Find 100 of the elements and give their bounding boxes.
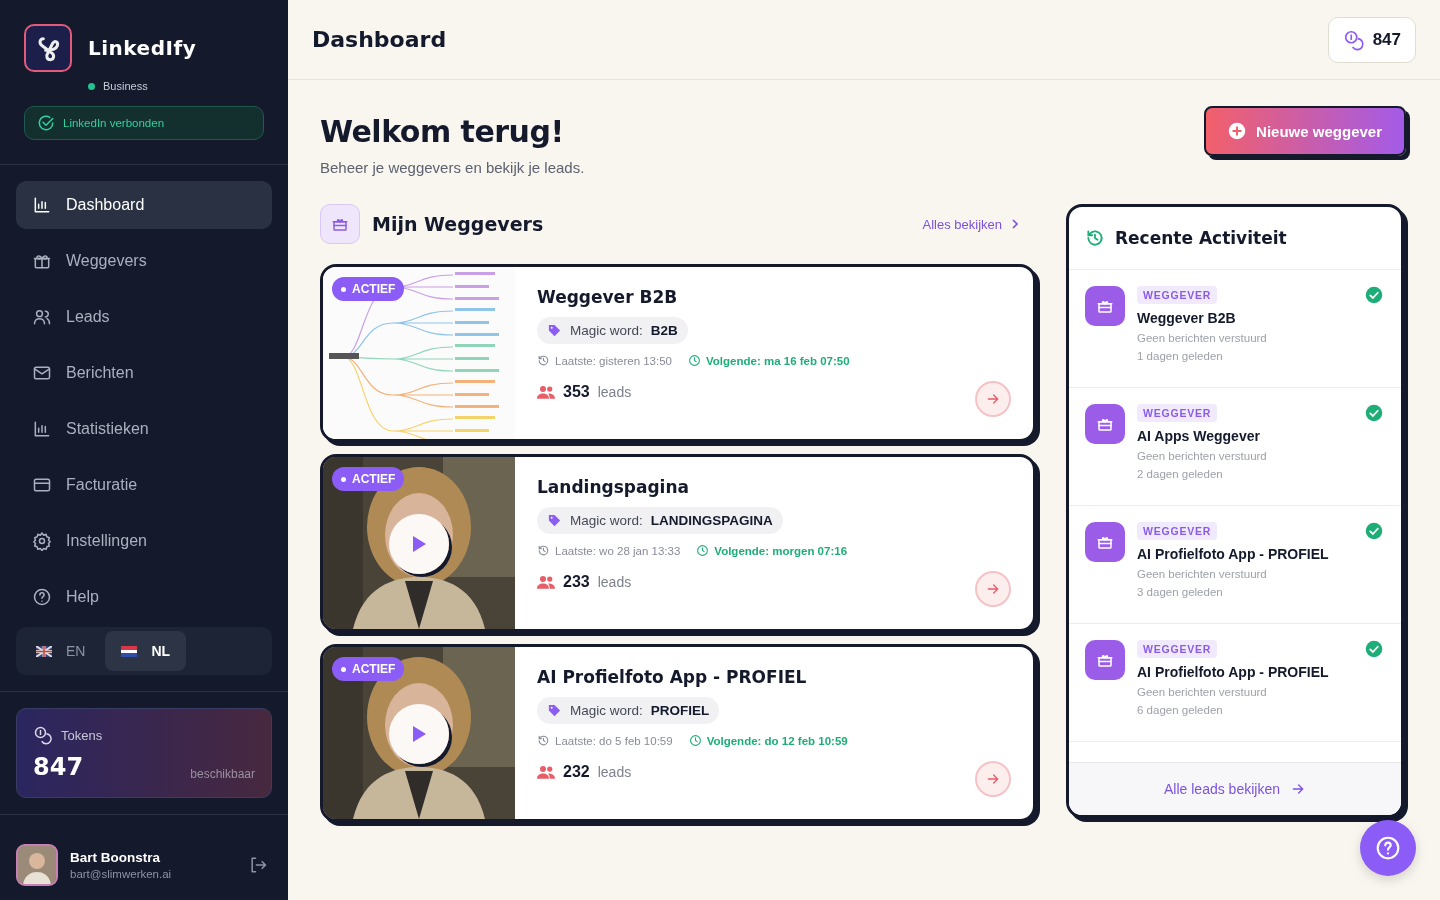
magic-word-chip: Magic word: LANDINGSPAGINA: [537, 507, 783, 534]
nav-item[interactable]: Weggevers: [16, 237, 272, 285]
section-title: Mijn Weggevers: [372, 213, 544, 235]
type-tag: WEGGEVER: [1137, 404, 1218, 422]
leads-count: 353: [563, 383, 590, 401]
mail-icon: [32, 363, 52, 383]
chevron-right-icon: [1010, 219, 1020, 229]
nav-item[interactable]: Statistieken: [16, 405, 272, 453]
language-option[interactable]: NL: [105, 631, 187, 671]
activity-title: Weggever B2B: [1137, 310, 1236, 326]
history-icon: [537, 734, 550, 747]
tokens-label: Tokens: [61, 727, 103, 743]
type-tag: WEGGEVER: [1137, 640, 1218, 658]
arrow-right-icon: [985, 581, 1001, 597]
all-leads-link[interactable]: Alle leads bekijken: [1158, 780, 1312, 798]
users-icon: [32, 307, 52, 327]
activity-detail: Geen berichten verstuurd: [1137, 568, 1267, 580]
welcome-title: Welkom terug!: [320, 114, 565, 149]
next-send: Volgende: morgen 07:16: [714, 544, 848, 557]
activity-detail: Geen berichten verstuurd: [1137, 450, 1267, 462]
history-icon: [1085, 228, 1105, 248]
arrow-right-icon: [1290, 781, 1306, 797]
last-sent: Laatste: wo 28 jan 13:33: [555, 544, 681, 557]
clock-icon: [688, 354, 701, 367]
leads-label: leads: [597, 764, 632, 780]
status-badge: ACTIEF: [332, 277, 405, 301]
connection-label: LinkedIn verbonden: [63, 117, 165, 129]
activity-title: AI Profielfoto App - PROFIEL: [1137, 546, 1329, 562]
users-icon: [537, 765, 555, 779]
open-button[interactable]: [975, 571, 1011, 607]
activity-detail: Geen berichten verstuurd: [1137, 332, 1267, 344]
coins-icon: [33, 725, 53, 745]
tag-icon: [547, 703, 562, 718]
coins-icon: [1342, 28, 1365, 51]
view-all-link[interactable]: Alles bekijken: [916, 215, 1026, 233]
giveaway-title: Landingspagina: [537, 477, 690, 497]
uk-flag-icon: [36, 645, 52, 657]
tag-icon: [547, 513, 562, 528]
nav-item[interactable]: Berichten: [16, 349, 272, 397]
bar-chart-icon: [32, 419, 52, 439]
brand-name: LinkedIfy: [88, 36, 197, 60]
last-sent: Laatste: do 5 feb 10:59: [555, 734, 673, 747]
activity-time: 3 dagen geleden: [1137, 586, 1223, 598]
nav-item[interactable]: Facturatie: [16, 461, 272, 509]
play-icon: [411, 535, 427, 553]
welcome-subtitle: Beheer je weggevers en bekijk je leads.: [320, 159, 585, 176]
next-send: Volgende: ma 16 feb 07:50: [706, 354, 850, 367]
activity-title: AI Profielfoto App - PROFIEL: [1137, 664, 1329, 680]
page-title: Dashboard: [312, 27, 447, 52]
language-option[interactable]: EN: [20, 631, 102, 671]
help-icon: [32, 587, 52, 607]
tokens-button[interactable]: 847: [1327, 16, 1416, 63]
plan-label: Business: [103, 80, 148, 92]
activity-time: 2 dagen geleden: [1137, 468, 1223, 480]
dutch-flag-icon: [121, 645, 138, 657]
tokens-note: beschikbaar: [190, 767, 255, 781]
activity-title: AI Apps Weggever: [1137, 428, 1260, 444]
check-circle-icon: [37, 114, 55, 132]
play-icon: [411, 725, 427, 743]
bar-chart-icon: [32, 195, 52, 215]
open-button[interactable]: [975, 381, 1011, 417]
activity-time: 1 dagen geleden: [1137, 350, 1223, 362]
users-icon: [537, 385, 555, 399]
credit-card-icon: [32, 475, 52, 495]
leads-count: 232: [563, 763, 590, 781]
logout-icon: [248, 855, 268, 875]
user-name: Bart Boonstra: [70, 850, 161, 865]
panel-title: Recente Activiteit: [1115, 228, 1287, 248]
history-icon: [537, 354, 550, 367]
status-badge: ACTIEF: [332, 657, 405, 681]
activity-time: 6 dagen geleden: [1137, 704, 1223, 716]
nav-item[interactable]: Leads: [16, 293, 272, 341]
nav-item[interactable]: Dashboard: [16, 181, 272, 229]
clock-icon: [696, 544, 710, 557]
magic-word-chip: Magic word: B2B: [537, 317, 688, 344]
history-icon: [537, 544, 550, 557]
type-tag: WEGGEVER: [1137, 522, 1218, 540]
avatar: [16, 844, 58, 886]
leads-count: 233: [563, 573, 590, 591]
next-send: Volgende: do 12 feb 10:59: [706, 734, 848, 747]
leads-label: leads: [597, 574, 632, 590]
users-icon: [537, 575, 555, 589]
last-sent: Laatste: gisteren 13:50: [555, 354, 672, 367]
arrow-right-icon: [985, 771, 1001, 787]
user-email: bart@slimwerken.ai: [70, 868, 173, 880]
activity-detail: Geen berichten verstuurd: [1137, 686, 1267, 698]
giveaway-title: AI Profielfoto App - PROFIEL: [537, 667, 808, 687]
status-badge: ACTIEF: [332, 467, 405, 491]
open-button[interactable]: [975, 761, 1011, 797]
help-icon: [1375, 835, 1401, 861]
help-button[interactable]: [1360, 820, 1416, 876]
magic-word-chip: Magic word: PROFIEL: [537, 697, 720, 724]
nav-item[interactable]: Help: [16, 573, 272, 621]
plus-circle-icon: [1228, 122, 1247, 140]
nav-item[interactable]: Instellingen: [16, 517, 272, 565]
logo-icon: [24, 24, 72, 72]
settings-icon: [32, 531, 52, 551]
tokens-value: 847: [33, 753, 84, 781]
leads-label: leads: [597, 384, 632, 400]
arrow-right-icon: [985, 391, 1001, 407]
